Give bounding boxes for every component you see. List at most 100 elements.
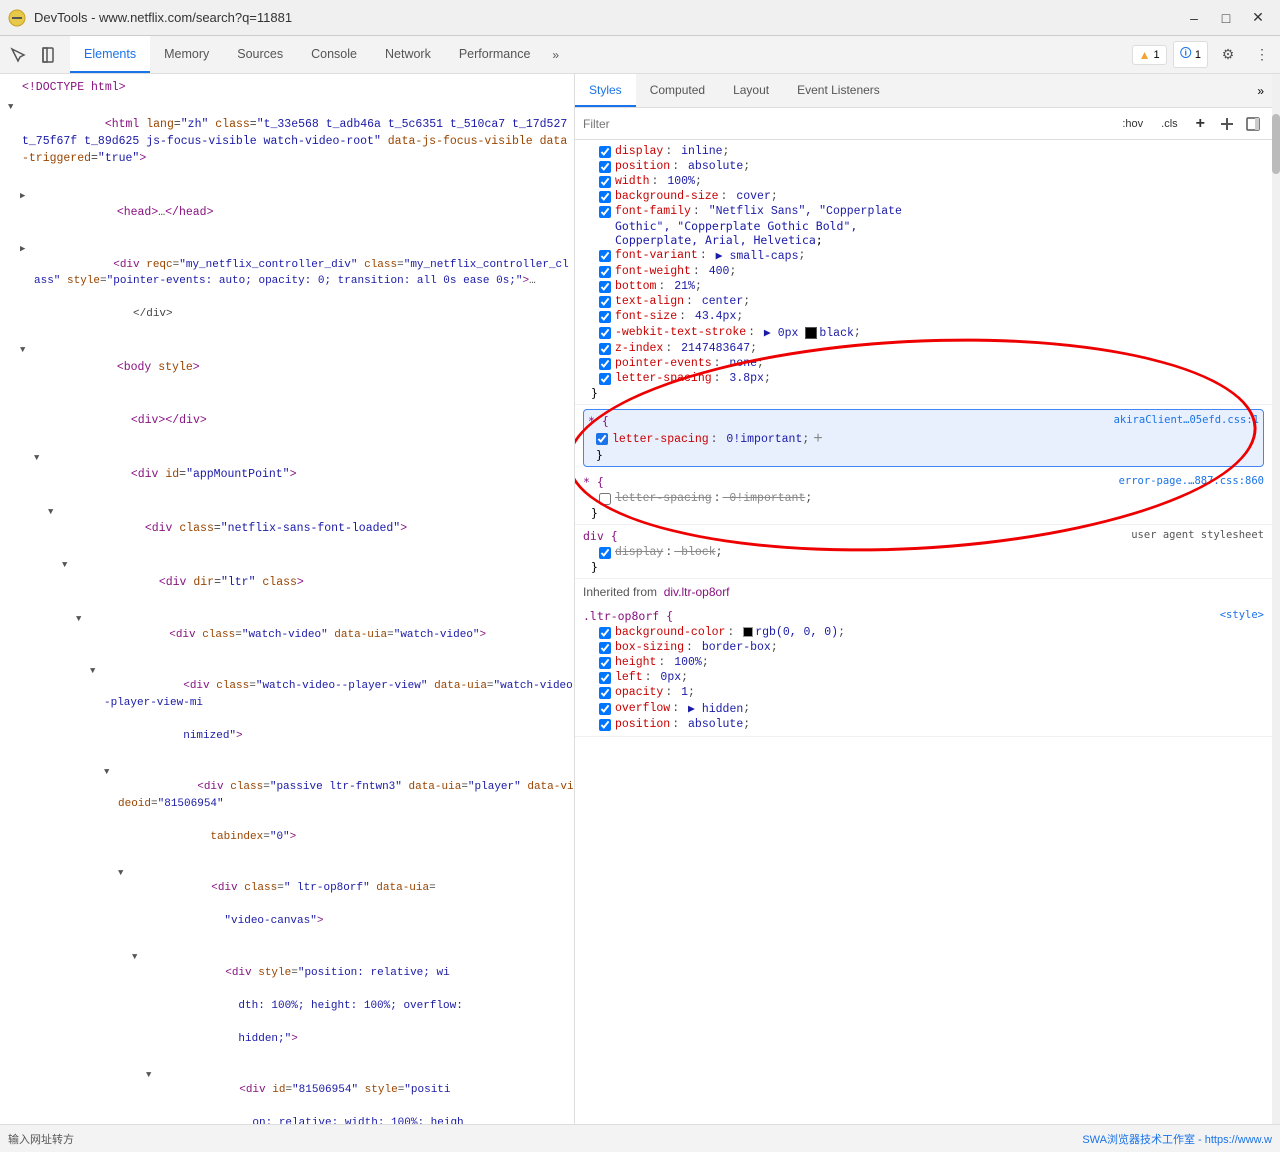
html-line-netflix-controller[interactable]: <div reqc="my_netflix_controller_div" cl… bbox=[0, 239, 574, 340]
css-source-style[interactable]: <style> bbox=[1220, 609, 1264, 621]
css-checkbox-opacity[interactable] bbox=[599, 687, 611, 699]
html-line-player[interactable]: <div class="passive ltr-fntwn3" data-uia… bbox=[0, 762, 574, 863]
line-expand-arrow[interactable] bbox=[76, 612, 90, 627]
css-selector-ltr-op8orf[interactable]: .ltr-op8orf { bbox=[583, 609, 673, 623]
css-source-akira[interactable]: akiraClient…05efd.css:1 bbox=[1114, 414, 1259, 426]
maximize-button[interactable]: □ bbox=[1212, 6, 1240, 30]
minimize-button[interactable]: – bbox=[1180, 6, 1208, 30]
html-line-watch-video[interactable]: <div class="watch-video" data-uia="watch… bbox=[0, 609, 574, 661]
device-icon[interactable] bbox=[34, 41, 62, 69]
tab-layout[interactable]: Layout bbox=[719, 74, 783, 107]
css-checkbox-pointer-events[interactable] bbox=[599, 358, 611, 370]
css-source-useragent: user agent stylesheet bbox=[1131, 529, 1264, 541]
tab-elements[interactable]: Elements bbox=[70, 36, 150, 73]
tab-sources[interactable]: Sources bbox=[223, 36, 297, 73]
more-styles-tabs[interactable]: » bbox=[1249, 74, 1272, 107]
line-expand-arrow[interactable] bbox=[62, 558, 76, 573]
css-checkbox-font-weight[interactable] bbox=[599, 266, 611, 278]
css-rule3-close-brace: } bbox=[583, 506, 1264, 520]
line-expand-arrow[interactable] bbox=[20, 189, 34, 204]
close-button[interactable]: ✕ bbox=[1244, 6, 1272, 30]
css-checkbox-display-ua[interactable] bbox=[599, 547, 611, 559]
css-selector-div[interactable]: div { bbox=[583, 529, 618, 543]
line-expand-arrow[interactable] bbox=[90, 664, 104, 679]
cls-button[interactable]: .cls bbox=[1154, 115, 1185, 133]
html-line-body[interactable]: <body style> bbox=[0, 340, 574, 394]
tab-memory[interactable]: Memory bbox=[150, 36, 223, 73]
tab-styles[interactable]: Styles bbox=[575, 74, 636, 107]
css-checkbox-position[interactable] bbox=[599, 161, 611, 173]
html-line-doctype: <!DOCTYPE html> bbox=[0, 78, 574, 97]
inherited-from-link[interactable]: div.ltr-op8orf bbox=[664, 585, 730, 599]
css-checkbox-letter-spacing-3[interactable] bbox=[599, 493, 611, 505]
toolbar-icons bbox=[4, 41, 70, 69]
line-expand-arrow[interactable] bbox=[20, 343, 34, 358]
line-expand-arrow[interactable] bbox=[34, 451, 48, 466]
css-rule4-close-brace: } bbox=[583, 560, 1264, 574]
line-expand-arrow[interactable] bbox=[20, 242, 34, 257]
more-options-icon[interactable]: ⋮ bbox=[1248, 41, 1276, 69]
line-expand-arrow[interactable] bbox=[118, 866, 132, 881]
css-checkbox-left[interactable] bbox=[599, 672, 611, 684]
css-checkbox-box-sizing[interactable] bbox=[599, 642, 611, 654]
html-line-81506954[interactable]: <div id="81506954" style="positi on: rel… bbox=[0, 1065, 574, 1125]
info-badge[interactable]: 🛈 1 bbox=[1173, 41, 1208, 68]
new-rule-icon[interactable] bbox=[1216, 113, 1238, 135]
warning-badge[interactable]: ▲ 1 bbox=[1132, 45, 1167, 65]
right-scrollbar[interactable] bbox=[1272, 74, 1280, 1124]
css-checkbox-position-inherited[interactable] bbox=[599, 719, 611, 731]
more-tabs-button[interactable]: » bbox=[544, 36, 567, 73]
html-line-nflx-font[interactable]: <div class="netflix-sans-font-loaded"> bbox=[0, 502, 574, 556]
css-checkbox-letter-spacing-1[interactable] bbox=[599, 373, 611, 385]
line-expand-arrow[interactable] bbox=[132, 950, 146, 965]
html-line-html[interactable]: <html lang="zh" class="t_33e568 t_adb46a… bbox=[0, 97, 574, 185]
css-prop-font-weight: font-weight: 400; bbox=[583, 264, 1264, 279]
inspect-icon[interactable] bbox=[4, 41, 32, 69]
html-line-video-canvas[interactable]: <div class=" ltr-op8orf" data-uia= "vide… bbox=[0, 863, 574, 948]
filter-input[interactable] bbox=[583, 117, 1115, 131]
css-checkbox-overflow[interactable] bbox=[599, 703, 611, 715]
css-checkbox-bg-color[interactable] bbox=[599, 627, 611, 639]
tab-computed[interactable]: Computed bbox=[636, 74, 719, 107]
line-expand-arrow[interactable] bbox=[146, 1068, 160, 1083]
css-checkbox-font-family[interactable] bbox=[599, 206, 611, 218]
css-checkbox-letter-spacing-2[interactable] bbox=[596, 433, 608, 445]
css-rule-close-brace: } bbox=[583, 386, 1264, 400]
line-expand-arrow[interactable] bbox=[8, 100, 22, 115]
css-checkbox-font-variant[interactable] bbox=[599, 250, 611, 262]
tab-console[interactable]: Console bbox=[297, 36, 371, 73]
settings-icon[interactable]: ⚙ bbox=[1214, 41, 1242, 69]
html-line-appmount[interactable]: <div id="appMountPoint"> bbox=[0, 448, 574, 502]
title-bar-text: DevTools - www.netflix.com/search?q=1188… bbox=[34, 10, 292, 25]
tab-network[interactable]: Network bbox=[371, 36, 445, 73]
css-checkbox-height[interactable] bbox=[599, 657, 611, 669]
css-source-errorpage[interactable]: error-page.…887.css:860 bbox=[1119, 475, 1264, 487]
css-prop-opacity: opacity: 1; bbox=[583, 685, 1264, 700]
css-add-property-button[interactable]: + bbox=[809, 431, 827, 447]
tab-event-listeners[interactable]: Event Listeners bbox=[783, 74, 894, 107]
html-line-player-view[interactable]: <div class="watch-video--player-view" da… bbox=[0, 661, 574, 762]
css-checkbox-display[interactable] bbox=[599, 146, 611, 158]
html-line-ltr[interactable]: <div dir="ltr" class> bbox=[0, 555, 574, 609]
css-selector-star[interactable]: * { bbox=[588, 414, 609, 428]
css-checkbox-width[interactable] bbox=[599, 176, 611, 188]
html-line-head[interactable]: <head>…</head> bbox=[0, 186, 574, 240]
css-prop-position-inherited: position: absolute; bbox=[583, 717, 1264, 732]
styles-content[interactable]: display: inline; position: absolute; wid… bbox=[575, 140, 1272, 1124]
line-expand-arrow[interactable] bbox=[104, 765, 118, 780]
css-rule5-selector-line: .ltr-op8orf { <style> bbox=[583, 609, 1264, 623]
html-scroll-area[interactable]: <!DOCTYPE html> <html lang="zh" class="t… bbox=[0, 74, 574, 1124]
css-checkbox-font-size[interactable] bbox=[599, 311, 611, 323]
css-checkbox-text-align[interactable] bbox=[599, 296, 611, 308]
css-selector-star2[interactable]: * { bbox=[583, 475, 604, 489]
html-line-relative[interactable]: <div style="position: relative; wi dth: … bbox=[0, 947, 574, 1065]
css-checkbox-bg-size[interactable] bbox=[599, 191, 611, 203]
css-checkbox-webkit-stroke[interactable] bbox=[599, 327, 611, 339]
add-style-button[interactable]: + bbox=[1189, 112, 1212, 136]
hov-button[interactable]: :hov bbox=[1115, 115, 1150, 133]
tab-performance[interactable]: Performance bbox=[445, 36, 545, 73]
toggle-sidebar-icon[interactable] bbox=[1242, 113, 1264, 135]
css-checkbox-z-index[interactable] bbox=[599, 343, 611, 355]
line-expand-arrow[interactable] bbox=[48, 505, 62, 520]
css-checkbox-bottom[interactable] bbox=[599, 281, 611, 293]
